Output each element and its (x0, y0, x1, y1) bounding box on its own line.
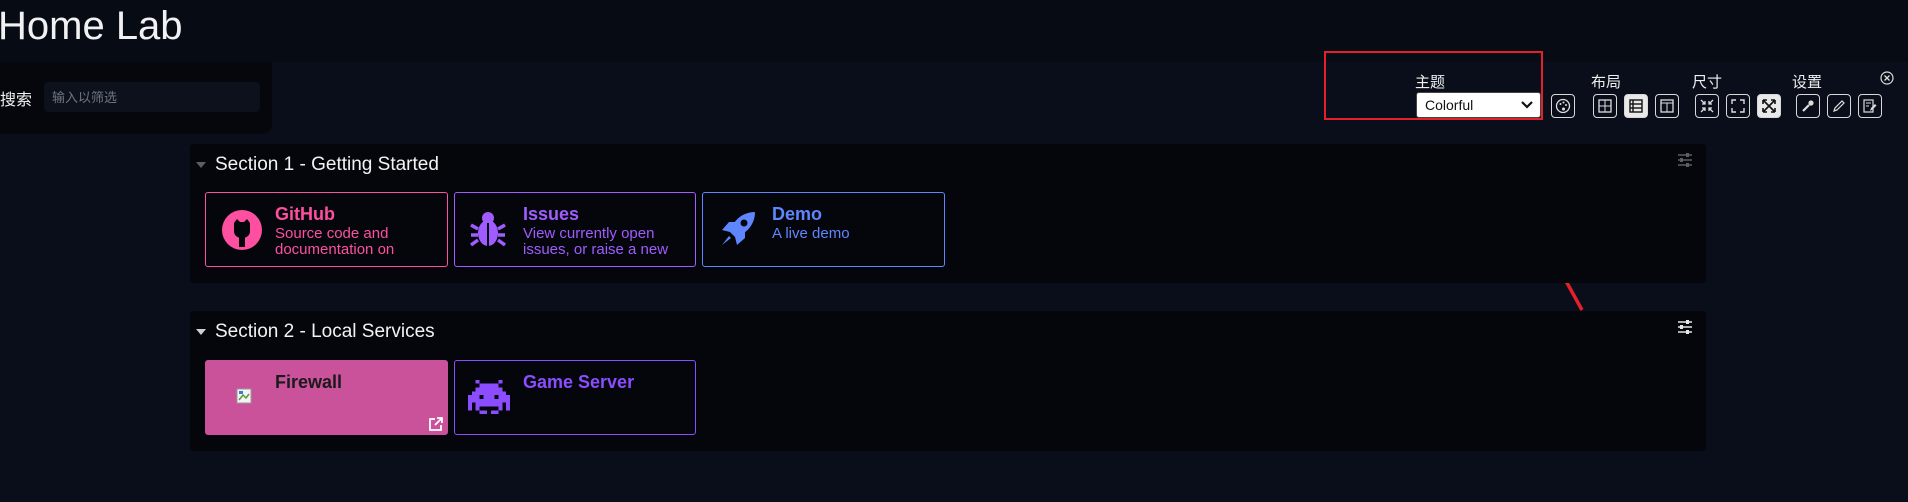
item-title: Game Server (523, 372, 635, 392)
collapse-caret-icon[interactable] (196, 329, 206, 335)
section-title: Section 1 - Getting Started (215, 154, 439, 175)
layout-auto-button[interactable] (1593, 94, 1617, 118)
page-title: Home Lab (0, 4, 183, 48)
item-game-server[interactable]: Game Server (454, 360, 696, 435)
theme-palette-button[interactable] (1551, 94, 1575, 118)
annotation-highlight-box (1324, 51, 1543, 120)
item-firewall[interactable]: Firewall (205, 360, 448, 435)
layout-columns-button[interactable] (1655, 94, 1679, 118)
section-title: Section 2 - Local Services (215, 321, 435, 342)
item-description: A live demo (772, 225, 850, 242)
config-tools-button[interactable] (1796, 94, 1820, 118)
grid-icon (1598, 99, 1612, 113)
search-input[interactable] (44, 82, 260, 112)
config-editor-button[interactable] (1858, 94, 1882, 118)
pencil-icon (1833, 100, 1845, 112)
arrows-out-icon (1762, 99, 1776, 113)
item-title: Firewall (275, 372, 343, 392)
palette-icon (1555, 98, 1571, 114)
compress-icon (1700, 99, 1714, 113)
config-label: 设置 (1792, 74, 1823, 91)
external-link-icon[interactable] (428, 416, 444, 432)
item-description: Source code and documentation on (275, 226, 395, 258)
size-label: 尺寸 (1692, 74, 1723, 91)
search-label: 搜索 (0, 92, 33, 109)
rows-icon (1629, 99, 1643, 113)
collapse-caret-icon[interactable] (196, 162, 206, 168)
size-medium-button[interactable] (1726, 94, 1750, 118)
edit-document-icon (1863, 99, 1877, 113)
close-settings-button[interactable] (1880, 71, 1894, 85)
section-options-button[interactable] (1677, 152, 1693, 168)
close-icon (1880, 71, 1894, 85)
sliders-icon (1678, 153, 1692, 167)
bug-icon (467, 209, 509, 251)
size-small-button[interactable] (1695, 94, 1719, 118)
space-invader-icon (468, 376, 510, 418)
columns-icon (1660, 99, 1674, 113)
section-options-button[interactable] (1677, 319, 1693, 335)
item-title: GitHub (275, 204, 335, 224)
github-icon (221, 209, 263, 251)
layout-list-button[interactable] (1624, 94, 1648, 118)
item-description: View currently open issues, or raise a n… (523, 226, 669, 258)
item-title: Issues (523, 204, 580, 224)
config-edit-button[interactable] (1827, 94, 1851, 118)
broken-image-icon (236, 388, 252, 404)
expand-icon (1731, 99, 1745, 113)
item-issues[interactable]: Issues View currently open issues, or ra… (454, 192, 696, 267)
sliders-icon (1678, 320, 1692, 334)
wrench-icon (1802, 100, 1814, 112)
item-title: Demo (772, 204, 823, 224)
item-demo[interactable]: Demo A live demo (702, 192, 945, 267)
size-large-button[interactable] (1757, 94, 1781, 118)
layout-label: 布局 (1591, 74, 1622, 91)
item-github[interactable]: GitHub Source code and documentation on (205, 192, 448, 267)
rocket-icon (717, 208, 759, 250)
